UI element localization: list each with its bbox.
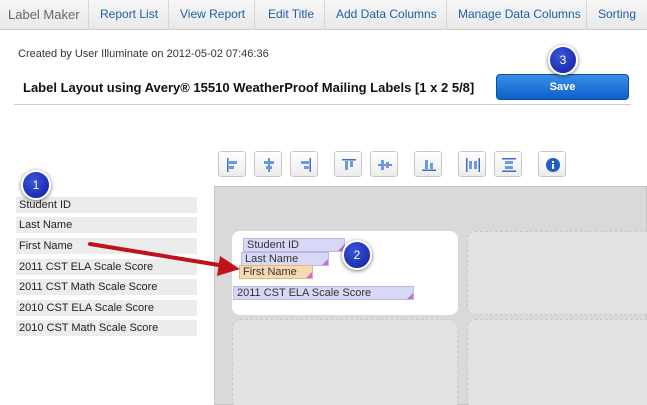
step-badge-2: 2	[342, 240, 372, 270]
step-badge-1: 1	[21, 170, 51, 200]
step-badge-3: 3	[548, 45, 578, 75]
